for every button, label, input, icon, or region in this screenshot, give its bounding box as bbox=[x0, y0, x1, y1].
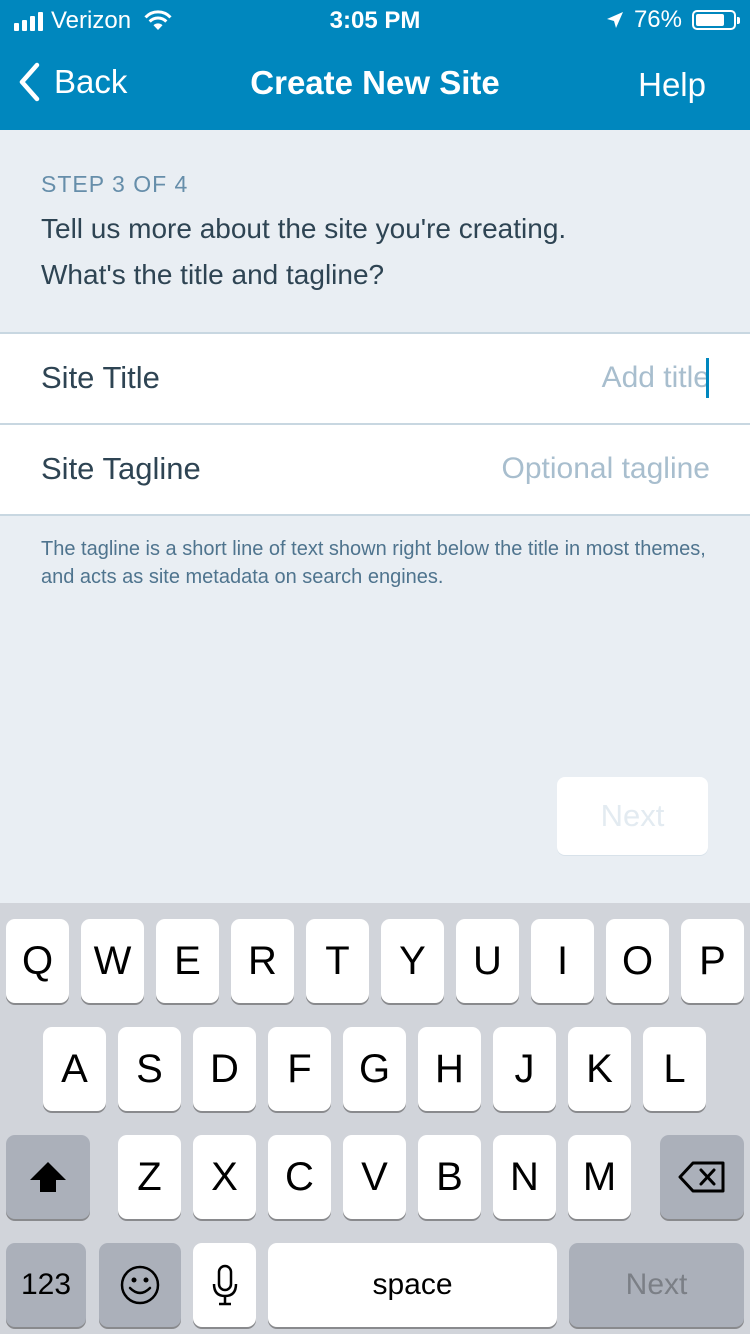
site-details-form: Site Title Site Tagline bbox=[0, 332, 750, 516]
key-q[interactable]: Q bbox=[6, 919, 69, 1003]
status-bar: Verizon 3:05 PM 76% bbox=[0, 0, 750, 40]
key-l[interactable]: L bbox=[643, 1027, 706, 1111]
emoji-key[interactable] bbox=[99, 1243, 181, 1327]
site-tagline-row[interactable]: Site Tagline bbox=[0, 423, 750, 514]
backspace-key[interactable] bbox=[660, 1135, 744, 1219]
key-n[interactable]: N bbox=[493, 1135, 556, 1219]
key-a[interactable]: A bbox=[43, 1027, 106, 1111]
numbers-key[interactable]: 123 bbox=[6, 1243, 86, 1327]
battery-percent: 76% bbox=[633, 6, 682, 33]
microphone-key[interactable] bbox=[193, 1243, 256, 1327]
key-x[interactable]: X bbox=[193, 1135, 256, 1219]
site-tagline-label: Site Tagline bbox=[41, 451, 201, 486]
key-m[interactable]: M bbox=[568, 1135, 631, 1219]
site-tagline-input[interactable] bbox=[330, 445, 710, 493]
key-i[interactable]: I bbox=[531, 919, 594, 1003]
tagline-hint: The tagline is a short line of text show… bbox=[41, 538, 706, 588]
key-r[interactable]: R bbox=[231, 919, 294, 1003]
text-cursor bbox=[706, 358, 709, 398]
key-h[interactable]: H bbox=[418, 1027, 481, 1111]
key-e[interactable]: E bbox=[156, 919, 219, 1003]
key-j[interactable]: J bbox=[493, 1027, 556, 1111]
key-y[interactable]: Y bbox=[381, 919, 444, 1003]
key-f[interactable]: F bbox=[268, 1027, 331, 1111]
key-t[interactable]: T bbox=[306, 919, 369, 1003]
key-z[interactable]: Z bbox=[118, 1135, 181, 1219]
navigation-bar: Back Create New Site Help bbox=[0, 40, 750, 130]
emoji-icon bbox=[120, 1265, 160, 1305]
key-d[interactable]: D bbox=[193, 1027, 256, 1111]
site-title-label: Site Title bbox=[41, 360, 160, 395]
key-c[interactable]: C bbox=[268, 1135, 331, 1219]
key-u[interactable]: U bbox=[456, 919, 519, 1003]
next-button[interactable]: Next bbox=[557, 777, 708, 855]
key-w[interactable]: W bbox=[81, 919, 144, 1003]
site-title-input[interactable] bbox=[330, 354, 710, 402]
battery-icon bbox=[692, 10, 740, 30]
key-v[interactable]: V bbox=[343, 1135, 406, 1219]
key-k[interactable]: K bbox=[568, 1027, 631, 1111]
key-b[interactable]: B bbox=[418, 1135, 481, 1219]
key-o[interactable]: O bbox=[606, 919, 669, 1003]
location-arrow-icon bbox=[606, 12, 623, 28]
shift-icon bbox=[30, 1162, 66, 1192]
return-next-key[interactable]: Next bbox=[569, 1243, 744, 1327]
keyboard: QWERTYUIOP ASDFGHJKL ZXCVBNM 123 space N… bbox=[0, 903, 750, 1334]
prompt-line-2: What's the title and tagline? bbox=[41, 259, 385, 290]
key-s[interactable]: S bbox=[118, 1027, 181, 1111]
help-button[interactable]: Help bbox=[638, 66, 706, 104]
site-title-row[interactable]: Site Title bbox=[0, 334, 750, 423]
key-g[interactable]: G bbox=[343, 1027, 406, 1111]
key-p[interactable]: P bbox=[681, 919, 744, 1003]
prompt-line-1: Tell us more about the site you're creat… bbox=[41, 213, 567, 244]
step-indicator: STEP 3 OF 4 bbox=[41, 171, 189, 197]
shift-key[interactable] bbox=[6, 1135, 90, 1219]
microphone-icon bbox=[212, 1264, 237, 1306]
space-key[interactable]: space bbox=[268, 1243, 557, 1327]
backspace-icon bbox=[678, 1161, 725, 1193]
step-prompt: Tell us more about the site you're creat… bbox=[41, 206, 721, 298]
